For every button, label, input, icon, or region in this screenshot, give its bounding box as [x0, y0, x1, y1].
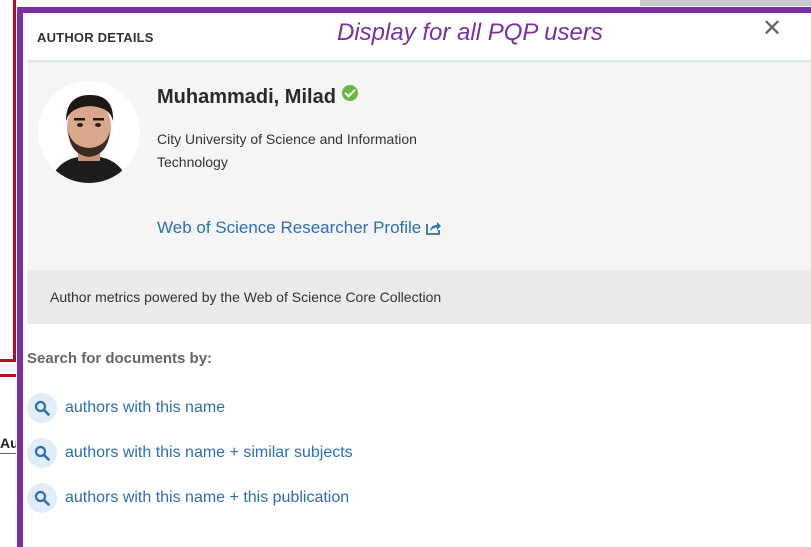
- dialog-title: AUTHOR DETAILS: [37, 30, 154, 45]
- search-icon: [27, 482, 57, 513]
- search-icon: [27, 392, 57, 423]
- dialog-header: AUTHOR DETAILS Display for all PQP users…: [27, 14, 811, 62]
- search-option-label: authors with this name + this publicatio…: [65, 488, 350, 506]
- author-metrics-bar: Author metrics powered by the Web of Sci…: [27, 270, 811, 324]
- display-note: Display for all PQP users: [337, 19, 603, 46]
- search-option-label: authors with this name: [65, 398, 226, 416]
- author-photo: [38, 81, 140, 183]
- search-option-label: authors with this name + similar subject…: [65, 443, 353, 461]
- author-profile-card: Muhammadi, Milad City University of Scie…: [27, 62, 811, 270]
- search-by-name-link[interactable]: authors with this name: [27, 385, 353, 430]
- background-text-fragment: Autho: [0, 432, 16, 454]
- background-panel-border: [0, 0, 16, 362]
- background-divider: [0, 374, 16, 377]
- author-affiliation: City University of Science and Informati…: [157, 128, 517, 174]
- search-heading: Search for documents by:: [27, 350, 213, 367]
- verified-check-icon: [341, 85, 358, 101]
- author-name-text: Muhammadi, Milad: [157, 86, 336, 108]
- search-by-name-publication-link[interactable]: authors with this name + this publicatio…: [27, 475, 353, 520]
- metrics-note: Author metrics powered by the Web of Sci…: [50, 289, 442, 305]
- search-icon: [27, 437, 57, 468]
- search-by-name-subjects-link[interactable]: authors with this name + similar subject…: [27, 430, 353, 475]
- author-name: Muhammadi, Milad: [157, 85, 358, 109]
- avatar: [38, 81, 140, 183]
- affiliation-line: City University of Science and Informati…: [157, 131, 417, 147]
- external-link-icon: [426, 222, 442, 235]
- researcher-profile-link-label: Web of Science Researcher Profile: [157, 218, 422, 237]
- background-toolbar: [640, 0, 811, 6]
- researcher-profile-link[interactable]: Web of Science Researcher Profile: [157, 218, 442, 238]
- affiliation-line: Technology: [157, 154, 228, 170]
- search-options-list: authors with this name authors with this…: [27, 385, 353, 520]
- close-icon[interactable]: ✕: [762, 17, 782, 41]
